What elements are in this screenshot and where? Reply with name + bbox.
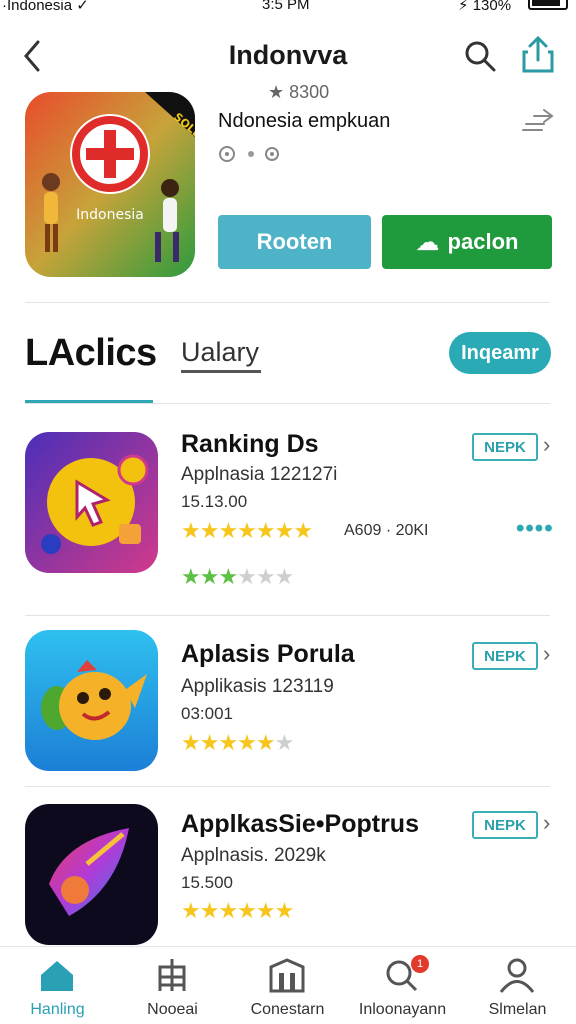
divider: [25, 615, 550, 616]
app-icon[interactable]: [25, 630, 158, 771]
status-badge[interactable]: NEPK: [472, 811, 538, 839]
app-date: 15.13.00: [181, 492, 248, 511]
rating-stars: ★★★★★★: [181, 730, 294, 755]
page-title: Indonvva: [228, 40, 348, 70]
meta-icons: [219, 146, 279, 162]
featured-app-icon[interactable]: SOLDI Indonesia: [25, 92, 195, 277]
search-icon: [465, 41, 496, 72]
battery-label: ⚡ 130%: [458, 0, 512, 14]
divider: [25, 786, 550, 787]
secondary-action-button[interactable]: Rooten: [218, 215, 371, 269]
icon-label-text: Indonesia: [76, 207, 144, 223]
user-icon: [499, 958, 535, 993]
rating-stars: ★★★★★★★: [181, 518, 313, 543]
rating-stars: ★★★★★★: [181, 898, 294, 923]
rating-stars-secondary: ★★★★★★: [181, 564, 294, 589]
tab-second-underline: [181, 370, 261, 373]
cloud-icon: ☁: [415, 228, 440, 256]
rating-count: A609 · 20KI: [344, 522, 429, 539]
primary-action-label: paclon: [447, 229, 519, 254]
top-nav: Indonvva: [0, 28, 576, 84]
share-button[interactable]: [520, 34, 556, 74]
home-icon: [41, 961, 73, 991]
tab-active[interactable]: LAclics: [25, 332, 157, 375]
status-badge[interactable]: NEPK: [472, 433, 538, 461]
battery-icon: [528, 0, 568, 10]
chevron-right-icon[interactable]: ›: [543, 641, 550, 667]
primary-action-button[interactable]: ☁ paclon: [382, 215, 552, 269]
app-icon[interactable]: [25, 804, 158, 945]
back-button[interactable]: [18, 36, 50, 76]
app-icon[interactable]: [25, 432, 158, 573]
bottom-tab-label: Inloonayann: [358, 1001, 447, 1018]
share-icon: [522, 35, 554, 73]
app-subtitle: Applnasis. 2029k: [181, 845, 326, 866]
forward-icon[interactable]: [520, 108, 556, 138]
more-icon[interactable]: ••••: [516, 515, 554, 543]
bottom-tab-list[interactable]: Nooeai: [115, 947, 230, 1024]
bottom-tab-label: Conestarn: [250, 1001, 325, 1018]
store-icon: [269, 958, 305, 993]
app-title: Ranking Ds: [181, 430, 319, 458]
app-title: ApplkasSie•Poptrus: [181, 810, 419, 838]
app-date: 03:001: [181, 704, 233, 723]
list-icon: [158, 959, 186, 991]
bottom-tab-label: Slmelan: [488, 1001, 547, 1018]
bottom-tab-label: Hanling: [30, 1001, 85, 1018]
bottom-tab-store[interactable]: Conestarn: [230, 947, 345, 1024]
status-badge[interactable]: NEPK: [472, 642, 538, 670]
chevron-right-icon[interactable]: ›: [543, 432, 550, 458]
carrier-label: ·Indonesia ✓: [2, 0, 89, 14]
app-subtitle: Applikasis 123119: [181, 676, 334, 697]
app-date: 15.500: [181, 873, 233, 892]
bottom-tab-label: Nooeai: [147, 1001, 198, 1018]
notification-badge: 1: [411, 955, 429, 973]
bottom-tab-search[interactable]: 1 Inloonayann: [345, 947, 460, 1024]
divider: [25, 403, 550, 404]
bottom-tab-home[interactable]: Hanling: [0, 947, 115, 1024]
divider: [25, 302, 550, 303]
bottom-tab-profile[interactable]: Slmelan: [460, 947, 575, 1024]
app-subtitle: Applnasia 122127i: [181, 464, 338, 485]
chevron-right-icon[interactable]: ›: [543, 810, 550, 836]
status-bar: ·Indonesia ✓ 3:5 PM ⚡ 130%: [0, 0, 576, 16]
tab-second[interactable]: Ualary: [181, 337, 259, 368]
chevron-left-icon: [24, 40, 40, 72]
filter-pill-button[interactable]: Inqeamr: [449, 332, 551, 374]
featured-subtitle: Ndonesia empkuan: [218, 110, 391, 132]
bottom-tab-bar: Hanling Nooeai Conestarn 1 Inloonayann S…: [0, 946, 576, 1024]
rating-text: ★ 8300: [268, 82, 330, 102]
clock: 3:5 PM: [262, 0, 310, 13]
search-button[interactable]: [462, 38, 498, 74]
app-title: Aplasis Porula: [181, 640, 355, 668]
